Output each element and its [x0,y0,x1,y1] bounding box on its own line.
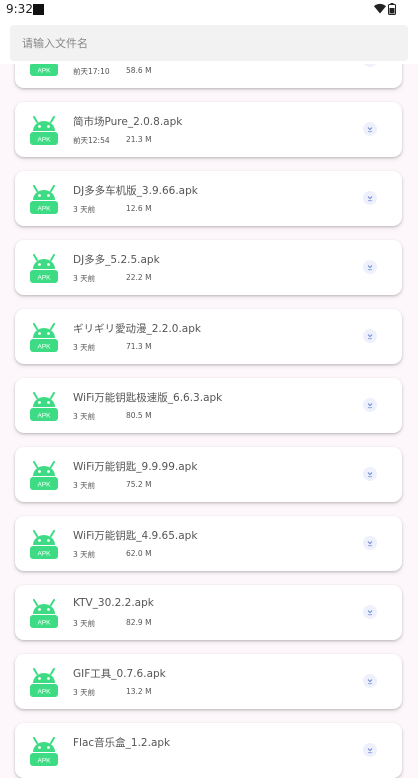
apk-icon: APK [30,116,58,145]
file-date: 3 天前 [73,274,96,283]
file-size: 80.5 M [126,411,152,420]
apk-icon: APK [30,668,58,697]
battery-icon [388,3,396,15]
file-download-button[interactable] [363,329,377,343]
file-download-button[interactable] [363,743,377,757]
file-card[interactable]: APK WiFi万能钥匙极速版_6.6.3.apk 3 天前 80.5 M [15,378,402,433]
file-name: GIF工具_0.7.6.apk [73,668,166,680]
apk-icon-label: APK [37,482,51,489]
apk-icon-label: APK [37,137,51,144]
file-date: 3 天前 [73,205,96,214]
file-name: WiFi万能钥匙_9.9.99.apk [73,461,198,473]
file-size: 13.2 M [126,687,152,696]
file-size: 62.0 M [126,549,152,558]
file-card[interactable]: APK 简市场Pure_2.0.8.apk 前天12:54 21.3 M [15,102,402,157]
notification-icon [33,4,44,15]
file-size: 12.6 M [126,204,152,213]
file-size: 21.3 M [126,135,152,144]
file-name: DJ多多_5.2.5.apk [73,254,160,266]
search-bar [0,20,418,64]
apk-icon-label: APK [37,551,51,558]
file-name: ギリギリ愛动漫_2.2.0.apk [73,323,201,335]
file-name: DJ多多车机版_3.9.66.apk [73,185,198,197]
search-input[interactable] [10,25,408,61]
apk-icon: APK [30,323,58,352]
apk-icon-label: APK [37,344,51,351]
file-date: 3 天前 [73,481,96,490]
file-card[interactable]: APK Flac音乐盒_1.2.apk [15,723,402,778]
wifi-icon [374,3,386,14]
file-card[interactable]: APK WiFi万能钥匙_4.9.65.apk 3 天前 62.0 M [15,516,402,571]
file-download-button[interactable] [363,122,377,136]
status-time: 9:32 [6,2,33,16]
file-size: 58.6 M [126,66,152,75]
file-date: 3 天前 [73,343,96,352]
file-size: 71.3 M [126,342,152,351]
file-name: 简市场Pure_2.0.8.apk [73,116,183,128]
file-name: Flac音乐盒_1.2.apk [73,737,171,749]
apk-icon-label: APK [37,689,51,696]
file-download-button[interactable] [363,398,377,412]
file-card[interactable]: APK GIF工具_0.7.6.apk 3 天前 13.2 M [15,654,402,709]
file-download-button[interactable] [363,260,377,274]
apk-icon: APK [30,185,58,214]
file-date: 3 天前 [73,619,96,628]
file-name: WiFi万能钥匙极速版_6.6.3.apk [73,392,223,404]
file-size: 75.2 M [126,480,152,489]
apk-icon-label: APK [37,206,51,213]
file-card[interactable]: APK DJ多多车机版_3.9.66.apk 3 天前 12.6 M [15,171,402,226]
file-card[interactable]: APK KTV_30.2.2.apk 3 天前 82.9 M [15,585,402,640]
apk-icon-label: APK [37,413,51,420]
apk-icon-label: APK [37,758,51,765]
file-date: 前天12:54 [73,136,110,145]
file-date: 3 天前 [73,688,96,697]
file-download-button[interactable] [363,467,377,481]
apk-icon-label: APK [37,275,51,282]
apk-icon: APK [30,530,58,559]
apk-icon: APK [30,461,58,490]
file-size: 22.2 M [126,273,152,282]
file-name: KTV_30.2.2.apk [73,597,154,609]
file-name: WiFi万能钥匙_4.9.65.apk [73,530,198,542]
file-download-button[interactable] [363,605,377,619]
apk-icon-label: APK [37,68,51,75]
apk-icon: APK [30,392,58,421]
apk-icon: APK [30,254,58,283]
file-card[interactable]: APK ギリギリ愛动漫_2.2.0.apk 3 天前 71.3 M [15,309,402,364]
apk-icon: APK [30,737,58,766]
file-card[interactable]: APK WiFi万能钥匙_9.9.99.apk 3 天前 75.2 M [15,447,402,502]
file-size: 82.9 M [126,618,152,627]
apk-icon-label: APK [37,620,51,627]
file-download-button[interactable] [363,674,377,688]
file-download-button[interactable] [363,191,377,205]
file-date: 3 天前 [73,412,96,421]
apk-icon: APK [30,599,58,628]
file-card[interactable]: APK DJ多多_5.2.5.apk 3 天前 22.2 M [15,240,402,295]
file-download-button[interactable] [363,536,377,550]
file-date: 3 天前 [73,550,96,559]
status-bar: 9:32 [0,0,418,20]
file-date: 前天17:10 [73,67,110,76]
